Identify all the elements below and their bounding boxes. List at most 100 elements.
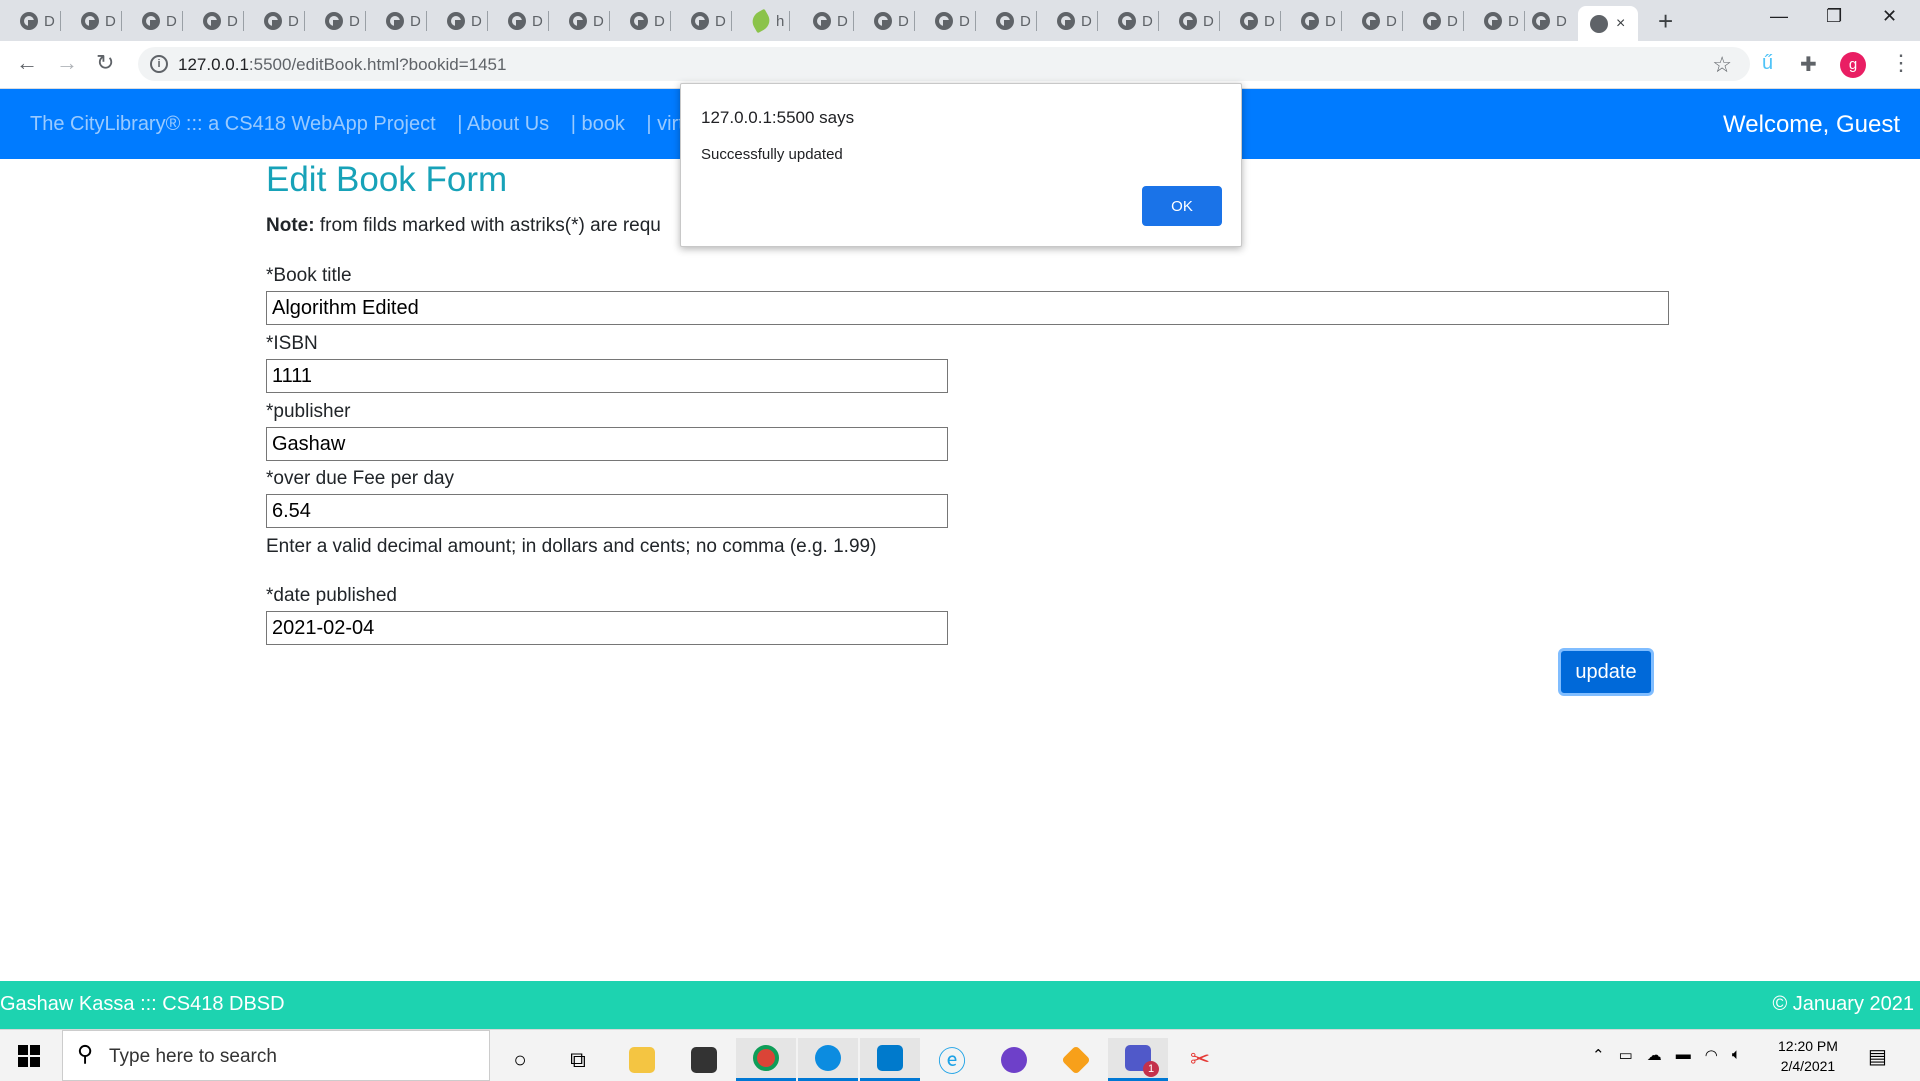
puzzle-extensions-icon[interactable]: ✚ bbox=[1800, 52, 1817, 77]
new-tab-button[interactable]: + bbox=[1658, 8, 1673, 34]
tab-title: D bbox=[532, 12, 543, 30]
close-tab-icon[interactable]: × bbox=[1616, 15, 1625, 33]
browser-tab[interactable]: D bbox=[264, 8, 305, 34]
browser-tab[interactable]: D bbox=[1484, 8, 1525, 34]
browser-tab[interactable]: D bbox=[630, 8, 671, 34]
back-arrow-icon[interactable]: ← bbox=[16, 51, 38, 75]
book-title-input[interactable] bbox=[266, 291, 1669, 325]
cortana-icon[interactable]: ○ bbox=[490, 1038, 550, 1081]
browser-tab[interactable]: D bbox=[386, 8, 427, 34]
windows-taskbar: ⚲ Type here to search ○ ⧉ ⓔ 1 ✂ ⌃ ▭ ☁ ▬ … bbox=[0, 1029, 1920, 1081]
fee-input[interactable] bbox=[266, 494, 948, 528]
browser-tab[interactable]: h bbox=[748, 8, 791, 34]
globe-icon bbox=[203, 12, 221, 30]
browser-tab[interactable]: D bbox=[20, 8, 61, 34]
browser-tab[interactable]: D bbox=[203, 8, 244, 34]
extension-icon[interactable]: ű bbox=[1762, 52, 1773, 75]
globe-icon bbox=[142, 12, 160, 30]
chrome-icon[interactable] bbox=[736, 1038, 796, 1081]
battery-icon[interactable]: ▬ bbox=[1676, 1046, 1691, 1064]
store-icon[interactable] bbox=[674, 1038, 734, 1081]
fee-help-text: Enter a valid decimal amount; in dollars… bbox=[266, 536, 877, 557]
url-host: 127.0.0.1 bbox=[178, 55, 249, 74]
globe-icon bbox=[264, 12, 282, 30]
reload-icon[interactable]: ↻ bbox=[96, 51, 114, 75]
tab-title: D bbox=[166, 12, 177, 30]
browser-tab[interactable]: D bbox=[569, 8, 610, 34]
windows-start-icon[interactable] bbox=[18, 1045, 40, 1067]
snipping-tool-icon[interactable]: ✂ bbox=[1170, 1038, 1230, 1081]
note-text: from filds marked with astriks(*) are re… bbox=[314, 215, 661, 236]
browser-tab[interactable]: D bbox=[1057, 8, 1098, 34]
volume-icon[interactable]: 🔈︎ bbox=[1732, 1046, 1741, 1064]
isbn-input[interactable] bbox=[266, 359, 948, 393]
info-icon[interactable]: i bbox=[150, 55, 168, 73]
footer-copyright: © January 2021 bbox=[1772, 993, 1915, 1015]
ok-button[interactable]: OK bbox=[1142, 186, 1222, 226]
notification-icon[interactable]: ▤ bbox=[1868, 1044, 1887, 1069]
file-explorer-icon[interactable] bbox=[612, 1038, 672, 1081]
publisher-input[interactable] bbox=[266, 427, 948, 461]
browser-tab[interactable]: D bbox=[508, 8, 549, 34]
browser-tab[interactable]: D bbox=[142, 8, 183, 34]
taskbar-search[interactable]: ⚲ Type here to search bbox=[62, 1030, 490, 1081]
page-title: Edit Book Form bbox=[266, 160, 508, 199]
browser-tab[interactable]: D bbox=[1240, 8, 1281, 34]
browser-tab[interactable]: D bbox=[1301, 8, 1342, 34]
git-app-icon[interactable] bbox=[1046, 1038, 1106, 1081]
alert-dialog: 127.0.0.1:5500 says Successfully updated… bbox=[680, 83, 1242, 247]
close-window-button[interactable]: ✕ bbox=[1882, 6, 1897, 27]
browser-tab[interactable]: D bbox=[874, 8, 915, 34]
fee-label: *over due Fee per day bbox=[266, 468, 455, 489]
taskbar-clock[interactable]: 12:20 PM 2/4/2021 bbox=[1778, 1036, 1838, 1076]
browser-tab[interactable]: D bbox=[1118, 8, 1159, 34]
browser-tab[interactable]: D bbox=[935, 8, 976, 34]
browser-tab[interactable]: D bbox=[813, 8, 854, 34]
onedrive-cloud-icon[interactable]: ☁ bbox=[1647, 1046, 1662, 1064]
internet-explorer-icon[interactable]: ⓔ bbox=[922, 1038, 982, 1081]
bookmark-star-icon[interactable]: ☆ bbox=[1712, 52, 1732, 78]
globe-icon bbox=[20, 12, 38, 30]
chevron-up-icon[interactable]: ⌃ bbox=[1592, 1046, 1605, 1064]
restore-button[interactable]: ❐ bbox=[1826, 6, 1842, 27]
tab-title: D bbox=[715, 12, 726, 30]
tab-title: D bbox=[593, 12, 604, 30]
nav-about-link[interactable]: | About Us bbox=[457, 113, 549, 135]
tab-title: D bbox=[959, 12, 970, 30]
update-button[interactable]: update bbox=[1558, 648, 1654, 696]
globe-icon bbox=[1240, 12, 1258, 30]
tab-title: D bbox=[1020, 12, 1031, 30]
minimize-button[interactable]: — bbox=[1770, 6, 1788, 27]
browser-tab[interactable]: D bbox=[1423, 8, 1464, 34]
globe-icon bbox=[508, 12, 526, 30]
nav-brand-link[interactable]: The CityLibrary® ::: a CS418 WebApp Proj… bbox=[30, 113, 436, 135]
teams-icon[interactable]: 1 bbox=[1108, 1038, 1168, 1081]
browser-tab[interactable]: D bbox=[447, 8, 488, 34]
tab-title: D bbox=[1447, 12, 1458, 30]
address-bar[interactable]: i 127.0.0.1:5500/editBook.html?bookid=14… bbox=[138, 47, 1750, 81]
date-input[interactable] bbox=[266, 611, 948, 645]
browser-tab-active[interactable]: × bbox=[1578, 6, 1638, 41]
nav-book-link[interactable]: | book bbox=[571, 113, 625, 135]
wifi-icon[interactable]: ◠ bbox=[1705, 1046, 1718, 1064]
edge-icon[interactable] bbox=[798, 1038, 858, 1081]
browser-tab[interactable]: D bbox=[1362, 8, 1403, 34]
browser-tab[interactable]: D bbox=[81, 8, 122, 34]
browser-tab[interactable]: D bbox=[325, 8, 366, 34]
globe-icon bbox=[386, 12, 404, 30]
browser-tab[interactable]: D bbox=[996, 8, 1037, 34]
browser-tab[interactable]: D bbox=[1179, 8, 1220, 34]
forward-arrow-icon[interactable]: → bbox=[56, 51, 78, 75]
device-icon[interactable]: ▭ bbox=[1619, 1046, 1633, 1064]
leaf-icon bbox=[748, 8, 774, 34]
github-icon[interactable] bbox=[984, 1038, 1044, 1081]
profile-avatar[interactable]: g bbox=[1840, 52, 1866, 78]
tab-title: D bbox=[654, 12, 665, 30]
browser-tab[interactable]: D bbox=[1532, 8, 1567, 34]
tab-title: D bbox=[1556, 12, 1567, 30]
vscode-icon[interactable] bbox=[860, 1038, 920, 1081]
browser-tab[interactable]: D bbox=[691, 8, 732, 34]
task-view-icon[interactable]: ⧉ bbox=[548, 1038, 608, 1081]
menu-kebab-icon[interactable]: ⋮ bbox=[1890, 51, 1912, 75]
dialog-message: Successfully updated bbox=[701, 146, 843, 163]
